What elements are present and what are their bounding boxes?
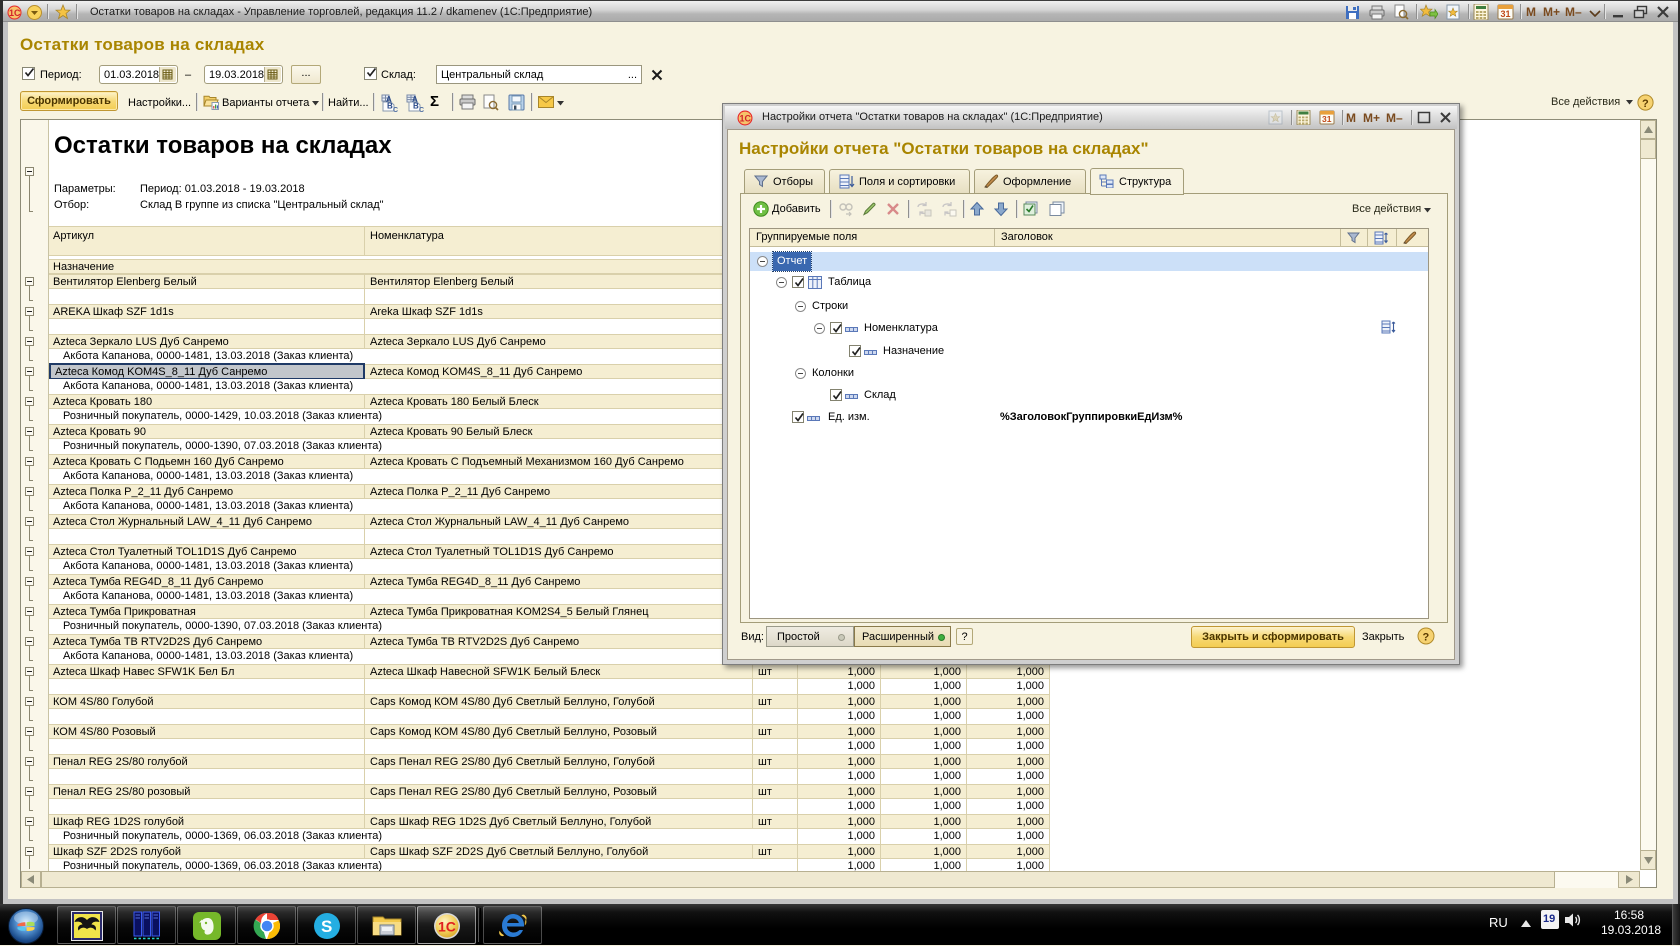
svg-text:1С: 1С	[438, 919, 456, 935]
svg-text:1C: 1C	[9, 8, 21, 18]
svg-text:C: C	[419, 107, 424, 112]
svg-text:C: C	[393, 107, 398, 112]
svg-text:1C: 1C	[740, 114, 752, 124]
svg-text:S: S	[321, 917, 332, 936]
svg-text:31: 31	[1501, 9, 1511, 19]
svg-text:?: ?	[1423, 632, 1430, 644]
svg-text:31: 31	[1322, 114, 1332, 124]
svg-text:?: ?	[1642, 98, 1649, 110]
